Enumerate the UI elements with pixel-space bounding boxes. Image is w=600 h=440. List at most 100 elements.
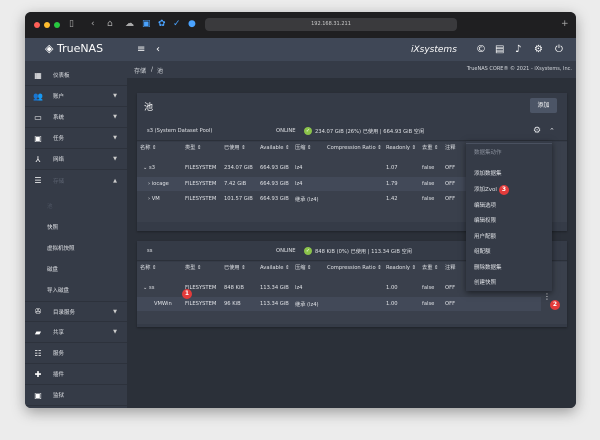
sidebar-sub-import-disk[interactable]: 导入磁盘 [47, 286, 69, 294]
caret-down-icon: ▼ [113, 135, 117, 141]
column-header[interactable]: 名称 ⇕ [140, 144, 156, 152]
close-button[interactable] [34, 22, 40, 28]
column-header[interactable]: 已使用 ⇕ [224, 144, 246, 152]
menu-item-user-quotas[interactable]: 用户配额 [474, 232, 496, 240]
column-header[interactable]: 类型 ⇕ [185, 144, 201, 152]
maximize-button[interactable] [54, 22, 60, 28]
dataset-name[interactable]: ⌄ ss [143, 285, 154, 291]
breadcrumb-sep: / [151, 66, 154, 73]
sidebar-sub-disks[interactable]: 磁盘 [47, 265, 58, 273]
column-header[interactable]: 压缩 ⇕ [295, 144, 311, 152]
column-header[interactable]: 去重 ⇕ [422, 144, 438, 152]
truecommand-icon[interactable]: © [476, 44, 486, 55]
laptop-icon: ▭ [34, 112, 42, 122]
menu-item-edit-permissions[interactable]: 编辑权限 [474, 216, 496, 224]
more-vert-icon[interactable]: ⋮ [543, 292, 551, 301]
column-header[interactable]: 已使用 ⇕ [224, 264, 246, 272]
column-header[interactable]: 去重 ⇕ [422, 264, 438, 272]
ixsystems-logo: iXsystems [411, 45, 457, 55]
minimize-button[interactable] [44, 22, 50, 28]
sidebar-item-accounts[interactable]: 👥 账户 ▼ [25, 86, 127, 107]
caret-down-icon: ▼ [113, 114, 117, 120]
menu-icon[interactable]: ≡ [137, 44, 145, 55]
sidebar-item-services[interactable]: ☷ 服务 [25, 343, 127, 364]
column-header[interactable]: Readonly ⇕ [386, 264, 416, 272]
menu-item-delete-dataset[interactable]: 删除数据集 [474, 263, 502, 271]
browser-titlebar: ▯ ‹ ⌂ ☁ ▣ ✿ ✓ ● 192.168.31.211 + [25, 12, 576, 38]
column-header[interactable]: 名称 ⇕ [140, 264, 156, 272]
column-header[interactable]: 注释 [445, 264, 455, 272]
pool-status: ONLINE [276, 128, 296, 134]
power-icon[interactable]: ⏻ [555, 44, 563, 55]
sidebar-item-network[interactable]: ⅄ 网络 ▼ [25, 149, 127, 170]
sidebar-item-label: 任务 [53, 136, 65, 142]
table-cell: FILESYSTEM [185, 180, 217, 187]
caret-down-icon: ▼ [113, 93, 117, 99]
chevron-up-icon[interactable]: ⌃ [549, 127, 555, 135]
breadcrumb-current: 池 [157, 68, 164, 75]
sidebar-item-sharing[interactable]: ▰ 共享 ▼ [25, 322, 127, 343]
clipboard-icon[interactable]: ▤ [495, 44, 504, 55]
home-icon[interactable]: ⌂ [107, 19, 113, 29]
sidebar: ▦ 仪表板 👥 账户 ▼ ▭ 系统 ▼ ▣ 任务 ▼ ⅄ 网络 ▼ ☰ 存储 ▲ 池 快照 虚拟机快照… [25, 61, 127, 408]
dataset-name[interactable]: ⌄ s3 [143, 165, 155, 171]
column-header[interactable]: Available ⇕ [260, 144, 289, 152]
extension-icon[interactable]: ✓ [173, 19, 181, 29]
sidebar-item-label: 监狱 [53, 393, 65, 399]
menu-item-group-quotas[interactable]: 组配额 [474, 247, 491, 255]
column-header[interactable]: 注释 [445, 144, 455, 152]
column-header[interactable]: Readonly ⇕ [386, 144, 416, 152]
extension-icon[interactable]: ▣ [142, 19, 151, 29]
sidebar-item-tasks[interactable]: ▣ 任务 ▼ [25, 128, 127, 149]
gear-icon[interactable]: ⚙ [533, 126, 541, 136]
cloud-icon[interactable]: ☁ [125, 19, 134, 29]
menu-item-add-dataset[interactable]: 添加数据集 [474, 169, 502, 177]
sidebar-item-dashboard[interactable]: ▦ 仪表板 [25, 65, 127, 86]
sidebar-item-system[interactable]: ▭ 系统 ▼ [25, 107, 127, 128]
extension-icon[interactable]: ✿ [158, 19, 166, 29]
caret-up-icon: ▲ [113, 177, 117, 184]
column-header[interactable]: Compression Ratio ⇕ [327, 144, 382, 152]
sidebar-item-label: 网络 [53, 157, 65, 163]
column-header[interactable]: Available ⇕ [260, 264, 289, 272]
menu-item-create-snapshot[interactable]: 创建快照 [474, 278, 496, 286]
check-circle-icon: ✓ [304, 127, 312, 135]
sidebar-sub-snapshots[interactable]: 快照 [47, 223, 58, 231]
table-cell: 664.93 GiB [260, 196, 289, 202]
app-header: ◈ TrueNAS ≡ ‹ iXsystems © ▤ ♪ ⚙ ⏻ [25, 38, 576, 61]
sidebar-sub-pools[interactable]: 池 [47, 202, 53, 210]
dataset-name[interactable]: VMWin [154, 301, 172, 307]
menu-item-edit-options[interactable]: 编辑选项 [474, 201, 496, 209]
collapse-icon[interactable]: ‹ [156, 44, 160, 55]
menu-item-add-zvol[interactable]: 添加Zvol [474, 185, 497, 193]
sidebar-toggle-icon[interactable]: ▯ [69, 19, 74, 29]
address-bar[interactable]: 192.168.31.211 [205, 18, 457, 31]
table-cell: false [422, 285, 435, 291]
table-cell: FILESYSTEM [185, 196, 217, 202]
sidebar-item-plugins[interactable]: ✚ 插件 [25, 364, 127, 385]
dataset-name[interactable]: › iocage [148, 181, 169, 187]
browser-window: ▯ ‹ ⌂ ☁ ▣ ✿ ✓ ● 192.168.31.211 + ◈ TrueN… [25, 12, 576, 408]
table-cell: OFF [445, 165, 456, 171]
pool-status: ONLINE [276, 248, 296, 254]
add-pool-button[interactable]: 添加 [530, 98, 557, 113]
password-manager-icon[interactable]: ● [188, 19, 196, 29]
back-icon[interactable]: ‹ [91, 19, 95, 29]
sidebar-item-jails[interactable]: ▣ 监狱 [25, 385, 127, 406]
table-cell: 1.07 [386, 165, 398, 171]
bell-icon[interactable]: ♪ [515, 44, 521, 55]
new-tab-icon[interactable]: + [561, 19, 569, 29]
sidebar-item-storage[interactable]: ☰ 存储 ▲ [25, 170, 127, 191]
gear-icon[interactable]: ⚙ [534, 44, 543, 55]
table-cell: 113.34 GiB [260, 285, 289, 291]
column-header[interactable]: 类型 ⇕ [185, 264, 201, 272]
breadcrumb-parent[interactable]: 存储 [134, 66, 146, 75]
table-cell: lz4 [295, 165, 303, 171]
sidebar-item-label: 目录服务 [53, 309, 76, 316]
sidebar-item-directory[interactable]: ✇ 目录服务 ▼ [25, 301, 127, 322]
sidebar-sub-vm-snapshots[interactable]: 虚拟机快照 [47, 244, 75, 252]
breadcrumb: 存储 / 池 TrueNAS CORE® © 2021 - iXsystems,… [127, 61, 576, 78]
column-header[interactable]: Compression Ratio ⇕ [327, 264, 382, 272]
column-header[interactable]: 压缩 ⇕ [295, 264, 311, 272]
dataset-name[interactable]: › VM [148, 196, 160, 202]
